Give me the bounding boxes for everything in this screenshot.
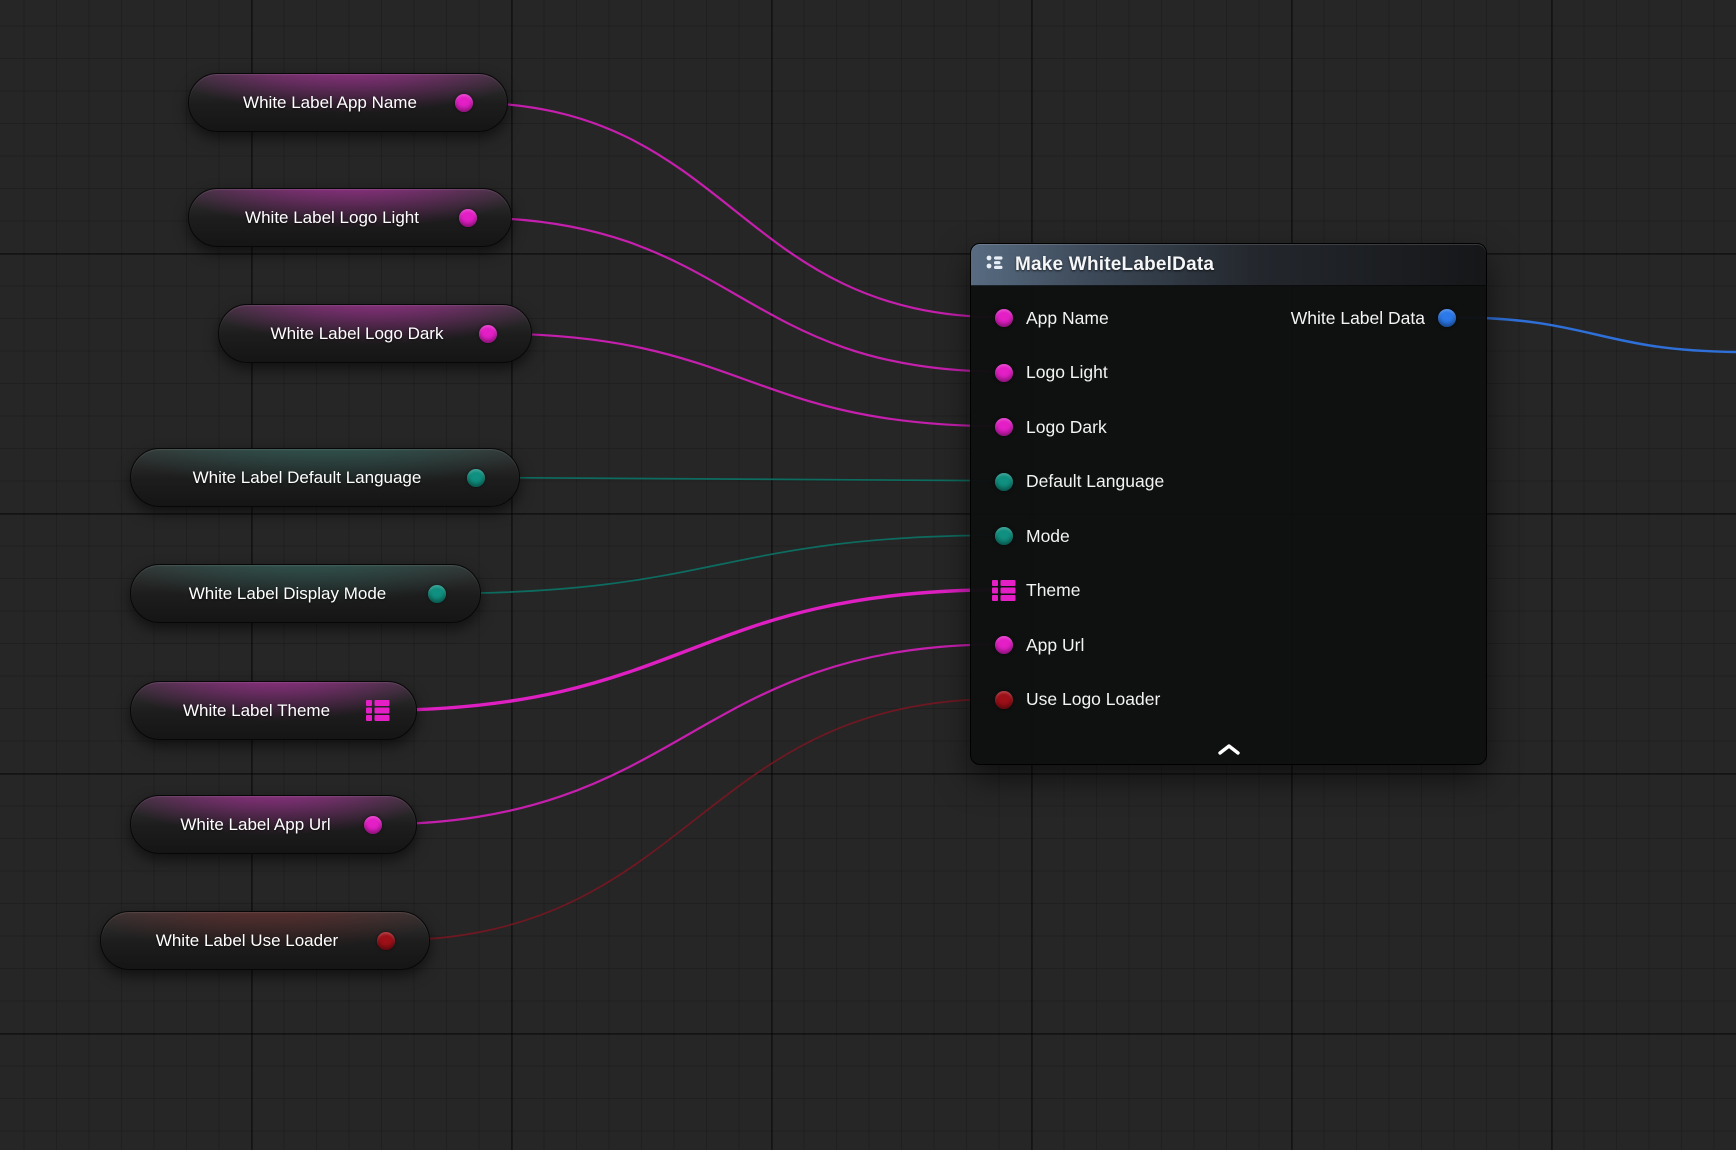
output-pin-white-label-display-mode[interactable] xyxy=(428,585,446,603)
input-pin-default-language[interactable] xyxy=(995,473,1013,491)
wire xyxy=(489,334,1003,427)
node-header[interactable]: Make WhiteLabelData xyxy=(971,244,1486,286)
output-pin-label: White Label Data xyxy=(1291,308,1425,329)
input-pin-label: Logo Dark xyxy=(1026,417,1107,438)
wire xyxy=(1448,317,1736,352)
input-row-mode: Mode xyxy=(971,509,1486,564)
wire xyxy=(374,644,1003,824)
wire xyxy=(477,478,1003,481)
output-pin-white-label-theme[interactable] xyxy=(366,700,390,721)
node-title: Make WhiteLabelData xyxy=(1015,254,1214,276)
output-pin-white-label-use-loader[interactable] xyxy=(377,932,395,950)
input-pin-app-url[interactable] xyxy=(995,636,1013,654)
wire xyxy=(465,103,1003,318)
variable-label: White Label Default Language xyxy=(131,468,467,488)
input-pin-label: App Url xyxy=(1026,635,1084,656)
input-pin-app-name[interactable] xyxy=(995,309,1013,327)
input-row-default-language: Default Language xyxy=(971,455,1486,510)
variable-node-white-label-app-name[interactable]: White Label App Name xyxy=(188,73,508,132)
input-pin-label: Use Logo Loader xyxy=(1026,689,1160,710)
chevron-up-icon xyxy=(1218,742,1240,760)
input-pin-logo-light[interactable] xyxy=(995,364,1013,382)
output-pin-white-label-logo-light[interactable] xyxy=(459,209,477,227)
variable-label: White Label Theme xyxy=(131,701,366,721)
input-pin-rows: App Name Logo Light Logo Dark Default Langu… xyxy=(971,291,1486,727)
variable-label: White Label Logo Dark xyxy=(219,324,479,344)
input-pin-label: Logo Light xyxy=(1026,362,1108,383)
input-pin-label: Mode xyxy=(1026,526,1070,547)
variable-label: White Label App Name xyxy=(189,93,455,113)
variable-label: White Label App Url xyxy=(131,815,364,835)
output-pin-white-label-default-language[interactable] xyxy=(467,469,485,487)
collapse-node-button[interactable] xyxy=(1207,742,1251,760)
variable-label: White Label Logo Light xyxy=(189,208,459,228)
variable-label: White Label Display Mode xyxy=(131,584,428,604)
input-pin-mode[interactable] xyxy=(995,527,1013,545)
output-pin-white-label-app-name[interactable] xyxy=(455,94,473,112)
variable-node-white-label-app-url[interactable]: White Label App Url xyxy=(130,795,417,854)
wire xyxy=(469,218,1003,372)
input-pin-label: App Name xyxy=(1026,308,1109,329)
variable-label: White Label Use Loader xyxy=(101,931,377,951)
wire xyxy=(387,699,1003,941)
output-pin-white-label-app-url[interactable] xyxy=(364,816,382,834)
output-row: White Label Data xyxy=(1291,291,1486,346)
input-pin-label: Default Language xyxy=(1026,471,1164,492)
variable-node-white-label-theme[interactable]: White Label Theme xyxy=(130,681,417,740)
input-pin-use-logo-loader[interactable] xyxy=(995,691,1013,709)
input-pin-label: Theme xyxy=(1026,580,1080,601)
wire xyxy=(438,535,1003,593)
input-pin-theme[interactable] xyxy=(992,580,1016,601)
input-row-theme: Theme xyxy=(971,564,1486,619)
make-whitelabeldata-node[interactable]: Make WhiteLabelData App Name Logo Light Lo… xyxy=(970,243,1487,765)
input-row-logo-dark: Logo Dark xyxy=(971,400,1486,455)
input-pin-logo-dark[interactable] xyxy=(995,418,1013,436)
output-pin-white-label-logo-dark[interactable] xyxy=(479,325,497,343)
make-struct-icon xyxy=(985,253,1004,277)
variable-node-white-label-display-mode[interactable]: White Label Display Mode xyxy=(130,564,481,623)
output-pin-white-label-data[interactable] xyxy=(1438,309,1456,327)
input-row-use-logo-loader: Use Logo Loader xyxy=(971,673,1486,728)
variable-node-white-label-use-loader[interactable]: White Label Use Loader xyxy=(100,911,430,970)
variable-node-white-label-logo-dark[interactable]: White Label Logo Dark xyxy=(218,304,532,363)
input-row-logo-light: Logo Light xyxy=(971,346,1486,401)
variable-node-white-label-logo-light[interactable]: White Label Logo Light xyxy=(188,188,512,247)
variable-node-white-label-default-language[interactable]: White Label Default Language xyxy=(130,448,520,507)
input-row-app-url: App Url xyxy=(971,618,1486,673)
